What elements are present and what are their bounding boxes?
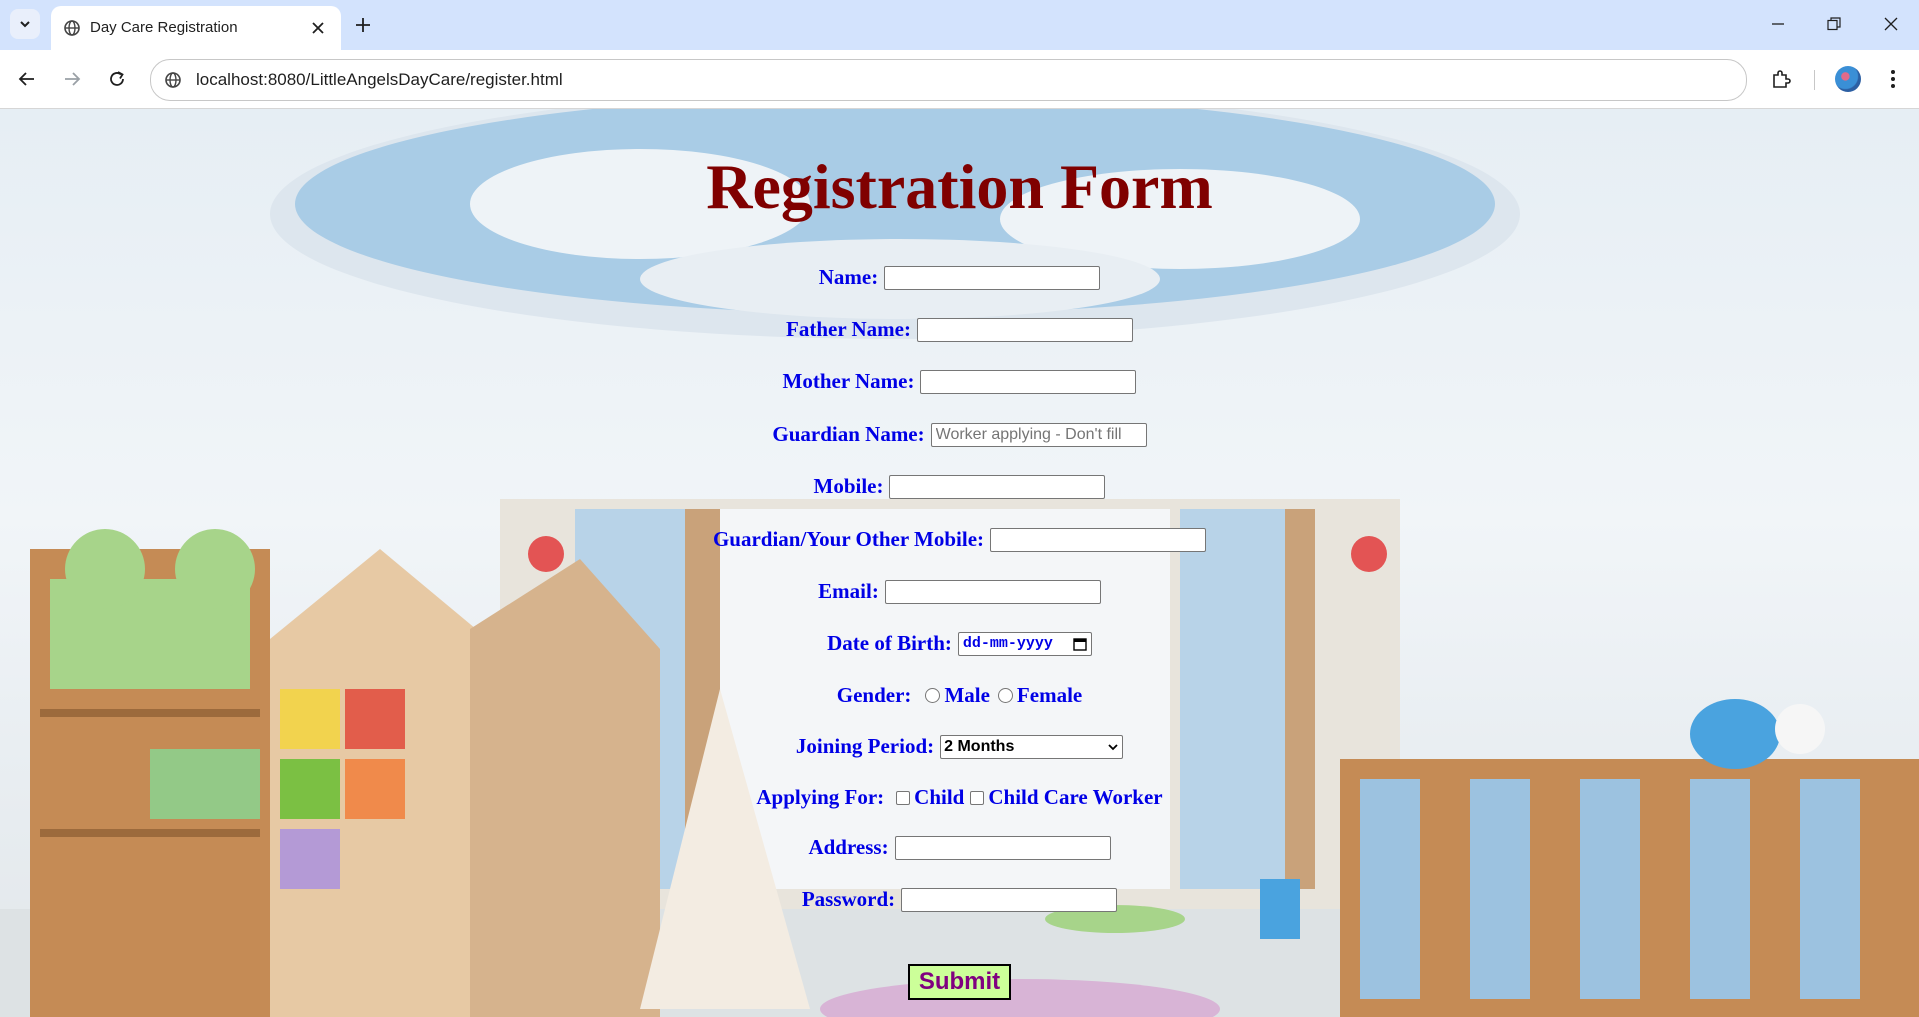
more-vert-icon [1891, 70, 1895, 88]
applying-for-row: Applying For: Child Child Care Worker [0, 785, 1919, 810]
gender-female-label: Female [1016, 683, 1083, 707]
submit-button[interactable]: Submit [908, 964, 1011, 1000]
restore-button[interactable] [1816, 10, 1852, 38]
mother-name-label: Mother Name: [782, 369, 915, 393]
joining-period-label: Joining Period: [795, 734, 935, 758]
mother-name-input[interactable] [920, 369, 1137, 394]
site-info-icon[interactable] [163, 70, 183, 95]
reload-button[interactable] [101, 63, 133, 95]
url-text: localhost:8080/LittleAngelsDayCare/regis… [196, 70, 563, 89]
chevron-down-icon [1108, 743, 1118, 750]
father-name-label: Father Name: [786, 317, 911, 341]
address-bar[interactable]: localhost:8080/LittleAngelsDayCare/regis… [150, 59, 1747, 101]
mother-name-row: Mother Name: [0, 369, 1919, 394]
calendar-icon[interactable] [1073, 637, 1087, 651]
child-care-worker-checkbox[interactable] [970, 790, 985, 805]
gender-male-radio[interactable] [925, 688, 941, 703]
forward-button[interactable] [56, 63, 88, 95]
password-label: Password: [801, 887, 896, 911]
gender-label: Gender: [836, 683, 912, 707]
joining-period-value: 2 Months [944, 737, 1015, 755]
close-window-button[interactable] [1873, 10, 1909, 38]
dob-row: Date of Birth: dd-mm-yyyy [0, 631, 1919, 656]
tab-strip: Day Care Registration [0, 0, 1919, 50]
email-label: Email: [818, 579, 879, 603]
reload-icon [110, 71, 124, 86]
guardian-name-input[interactable] [930, 422, 1147, 447]
joining-period-select[interactable]: 2 Months [940, 734, 1124, 759]
email-input[interactable] [884, 579, 1101, 604]
tab-title: Day Care Registration [90, 19, 238, 36]
gender-row: Gender: Male Female [0, 683, 1919, 708]
nursery-room-illustration [0, 109, 1919, 1017]
mobile-row: Mobile: [0, 474, 1919, 499]
father-name-input[interactable] [917, 317, 1133, 342]
name-label: Name: [818, 265, 879, 289]
toolbar-divider [1814, 70, 1815, 90]
guardian-name-label: Guardian Name: [772, 422, 925, 446]
email-row: Email: [0, 579, 1919, 604]
mobile-input[interactable] [889, 474, 1106, 499]
arrow-right-icon [65, 72, 81, 86]
name-row: Name: [0, 265, 1919, 290]
father-name-row: Father Name: [0, 317, 1919, 342]
globe-icon [63, 19, 81, 42]
password-input[interactable] [901, 887, 1118, 912]
gender-female-radio[interactable] [997, 688, 1013, 703]
child-label: Child [914, 785, 965, 809]
password-row: Password: [0, 887, 1919, 912]
joining-period-row: Joining Period: 2 Months [0, 734, 1919, 759]
gender-male-label: Male [944, 683, 990, 707]
avatar [1835, 66, 1861, 92]
new-tab-button[interactable] [350, 12, 376, 38]
dob-label: Date of Birth: [827, 631, 952, 655]
puzzle-icon [1773, 70, 1791, 88]
other-mobile-input[interactable] [990, 527, 1207, 552]
browser-tab[interactable]: Day Care Registration [51, 6, 341, 50]
child-care-worker-label: Child Care Worker [988, 785, 1163, 809]
close-icon [1884, 17, 1898, 31]
plus-icon [356, 18, 370, 32]
minimize-button[interactable] [1760, 10, 1796, 38]
page-title: Registration Form [706, 151, 1213, 222]
address-row: Address: [0, 835, 1919, 860]
close-tab-icon[interactable] [307, 17, 329, 39]
restore-icon [1827, 17, 1841, 31]
profile-button[interactable] [1832, 63, 1864, 95]
child-checkbox[interactable] [896, 790, 911, 805]
menu-button[interactable] [1877, 63, 1909, 95]
guardian-name-row: Guardian Name: [0, 422, 1919, 447]
other-mobile-row: Guardian/Your Other Mobile: [0, 527, 1919, 552]
address-label: Address: [808, 835, 889, 859]
chevron-down-icon [20, 21, 30, 28]
page-background [0, 109, 1919, 1017]
arrow-left-icon [18, 72, 34, 86]
address-input[interactable] [894, 835, 1111, 860]
mobile-label: Mobile: [813, 474, 884, 498]
name-input[interactable] [884, 265, 1101, 290]
browser-toolbar: localhost:8080/LittleAngelsDayCare/regis… [0, 50, 1919, 109]
back-button[interactable] [11, 63, 43, 95]
other-mobile-label: Guardian/Your Other Mobile: [712, 527, 985, 551]
dob-value: dd-mm-yyyy [962, 635, 1053, 652]
tab-search-button[interactable] [10, 9, 40, 39]
dob-date-input[interactable]: dd-mm-yyyy [957, 631, 1092, 656]
applying-for-label: Applying For: [756, 785, 885, 809]
extensions-button[interactable] [1765, 63, 1797, 95]
minimize-icon [1772, 23, 1784, 25]
